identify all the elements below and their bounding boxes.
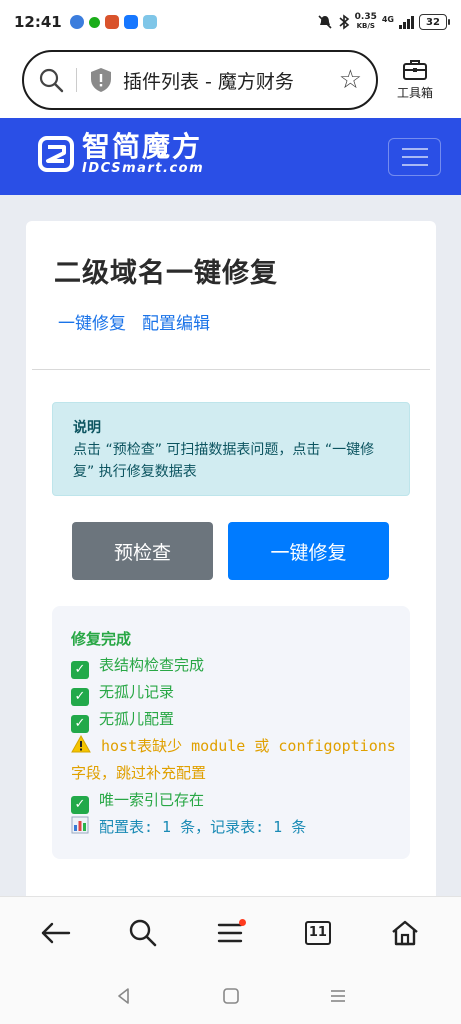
- result-text: 无孤儿配置: [99, 710, 175, 728]
- hamburger-line: [401, 156, 428, 158]
- notice-alert: 说明 点击 “预检查” 可扫描数据表问题，点击 “一键修复” 执行修复数据表: [52, 402, 410, 496]
- toolbox-label: 工具箱: [396, 86, 433, 100]
- check-icon: ✓: [71, 688, 89, 706]
- system-recents-button[interactable]: [316, 974, 360, 1018]
- wechat-icon: [88, 16, 100, 28]
- tabs-icon: 11: [304, 920, 331, 945]
- address-bar[interactable]: 插件列表 - 魔方财务 ☆: [22, 50, 378, 110]
- result-text: 配置表: 1 条，记录表: 1 条: [99, 818, 307, 836]
- result-line: ✓ 无孤儿记录: [71, 679, 406, 706]
- tab-config-edit[interactable]: 配置编辑: [142, 309, 210, 334]
- tab-one-click-fix[interactable]: 一键修复: [58, 309, 126, 334]
- hamburger-line: [401, 164, 428, 166]
- status-right: 0.35 KB/S 4G 32: [317, 13, 450, 31]
- result-panel: 修复完成 ✓ 表结构检查完成 ✓ 无孤儿记录 ✓ 无孤儿配置 host表缺少 modu…: [52, 606, 410, 859]
- tabs-button[interactable]: 11: [296, 911, 340, 955]
- result-text: 表结构检查完成: [99, 656, 205, 674]
- logo-chinese: 智简魔方: [82, 130, 203, 163]
- nav-toggle-button[interactable]: [388, 138, 441, 176]
- plugin-card: 二级域名一键修复 一键修复 配置编辑 说明 点击 “预检查” 可扫描数据表问题，…: [26, 221, 436, 911]
- page-title: 二级域名一键修复: [54, 258, 278, 289]
- bookmark-star-icon[interactable]: ☆: [339, 67, 362, 93]
- precheck-button[interactable]: 预检查: [72, 522, 213, 580]
- divider: [32, 369, 430, 370]
- back-button[interactable]: [34, 911, 78, 955]
- site-logo[interactable]: 智简魔方 IDCSmart.com: [38, 132, 204, 176]
- result-line: ✓ 唯一索引已存在: [71, 787, 406, 814]
- check-icon: ✓: [71, 715, 89, 733]
- net-speed-value: 0.35: [354, 12, 377, 22]
- logo-mark-icon: [38, 136, 74, 172]
- search-icon: [39, 68, 64, 93]
- toolbox-icon: [403, 60, 427, 80]
- app-notification-icon: [123, 15, 138, 29]
- mute-icon: [318, 15, 332, 29]
- home-square-icon: [222, 988, 239, 1004]
- home-button[interactable]: [383, 911, 427, 955]
- address-divider: [76, 68, 77, 92]
- toolbox-button[interactable]: 工具箱: [390, 58, 440, 101]
- status-bar: 12:41 0.35 KB/S 4G 32: [0, 0, 461, 44]
- page-title-in-address: 插件列表 - 魔方财务: [123, 70, 294, 93]
- app-notification-icon: [142, 15, 157, 29]
- result-line: ✓ 表结构检查完成: [71, 652, 406, 679]
- search-icon: [129, 919, 157, 946]
- signal-icon: [399, 15, 414, 29]
- notification-icons: [69, 15, 157, 29]
- logo-english: IDCSmart.com: [82, 161, 205, 176]
- app-notification-icon: [69, 15, 84, 29]
- battery-icon: 32: [419, 14, 450, 30]
- net-speed-unit: KB/S: [356, 22, 375, 30]
- system-nav: [0, 968, 461, 1024]
- net-speed: 0.35 KB/S: [355, 13, 377, 31]
- logo-text: 智简魔方 IDCSmart.com: [82, 132, 204, 176]
- result-line: host表缺少 module 或 configoptions 字段，跳过补充配置: [71, 733, 406, 787]
- result-line: 配置表: 1 条，记录表: 1 条: [71, 814, 406, 841]
- game-app-icon: [104, 15, 119, 29]
- result-text: 无孤儿记录: [99, 683, 175, 701]
- notice-heading: 说明: [73, 420, 101, 436]
- home-icon: [392, 920, 419, 945]
- check-icon: ✓: [71, 661, 89, 679]
- result-text: 唯一索引已存在: [99, 791, 205, 809]
- notice-body: 点击 “预检查” 可扫描数据表问题，点击 “一键修复” 执行修复数据表: [73, 442, 375, 480]
- plugin-tabs: 一键修复 配置编辑: [58, 309, 210, 334]
- back-arrow-icon: [41, 922, 70, 943]
- shield-icon[interactable]: [89, 67, 113, 93]
- browser-toolbar: 插件列表 - 魔方财务 ☆ 工具箱: [0, 44, 461, 118]
- warning-icon: [71, 735, 91, 753]
- status-time: 12:41: [14, 13, 62, 31]
- hamburger-line: [401, 148, 428, 150]
- search-button[interactable]: [121, 911, 165, 955]
- bluetooth-icon: [339, 14, 349, 30]
- browser-bottom-nav: 11: [0, 896, 461, 968]
- system-home-button[interactable]: [209, 974, 253, 1018]
- network-type: 4G: [381, 15, 394, 24]
- result-text: host表缺少 module 或 configoptions 字段，跳过补充配置: [71, 737, 405, 782]
- check-icon: ✓: [71, 796, 89, 814]
- recents-icon: [330, 990, 345, 1002]
- result-heading: 修复完成: [71, 630, 132, 648]
- result-line: ✓ 无孤儿配置: [71, 706, 406, 733]
- one-click-fix-button[interactable]: 一键修复: [228, 522, 389, 580]
- bar-chart-icon: [71, 816, 89, 834]
- system-back-button[interactable]: [102, 974, 146, 1018]
- back-triangle-icon: [117, 988, 129, 1004]
- site-header: 智简魔方 IDCSmart.com: [0, 118, 461, 195]
- notification-dot: [239, 918, 247, 926]
- menu-button[interactable]: [208, 911, 252, 955]
